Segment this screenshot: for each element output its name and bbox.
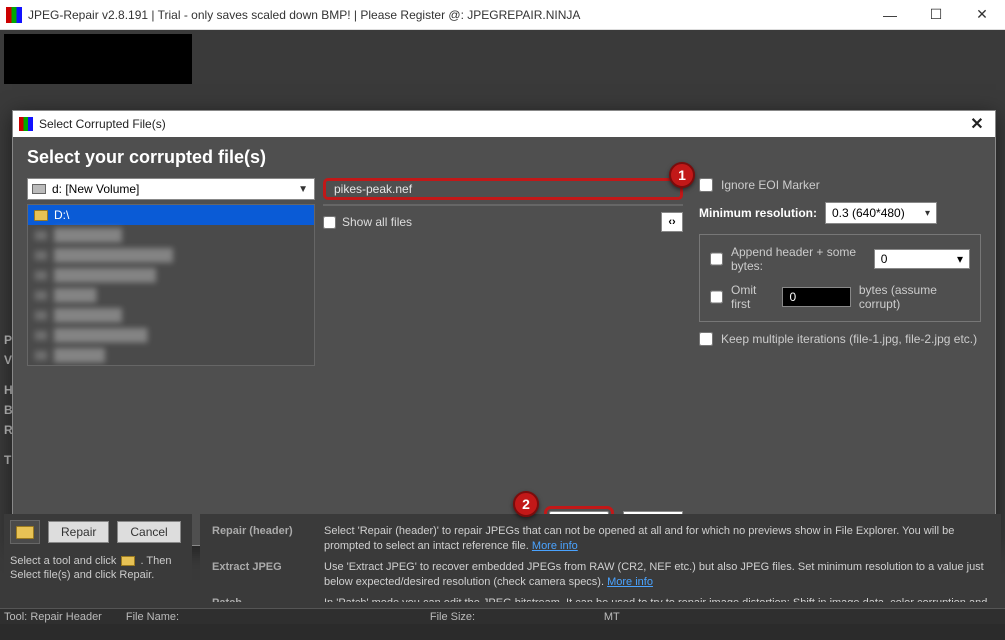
minimize-button[interactable]: — [867,0,913,30]
help-hint: Select a tool and click . Then Select fi… [10,554,186,582]
drive-select[interactable]: d: [New Volume] ▼ [27,178,315,200]
keep-iter-checkbox[interactable] [699,332,713,346]
ignore-eoi-option[interactable]: Ignore EOI Marker [699,178,981,192]
help-left: Repair Cancel Select a tool and click . … [4,514,192,602]
dialog-title: Select Corrupted File(s) [39,117,965,131]
keep-iterations-option[interactable]: Keep multiple iterations (file-1.jpg, fi… [699,332,981,346]
dialog-icon [19,117,33,131]
open-folder-button[interactable] [10,520,40,544]
callout-2: 2 [513,491,539,517]
folder-list[interactable]: D:\ ████████ ██████████████ ████████████… [27,204,315,366]
status-filesize: File Size: [430,611,580,623]
window-title: JPEG-Repair v2.8.191 | Trial - only save… [28,8,867,22]
status-bar: Tool: Repair Header File Name: File Size… [0,608,1005,624]
status-mt: MT [604,611,620,623]
show-all-label: Show all files [342,215,412,229]
drive-label: d: [New Volume] [52,182,139,196]
help-label: Repair (header) [212,524,322,558]
help-text: In 'Patch' mode you can edit the JPEG bi… [324,597,987,602]
help-right: Repair (header) Select 'Repair (header)'… [200,514,1001,602]
folder-icon [16,526,34,539]
chevron-down-icon: ▾ [925,208,930,219]
append-header-label: Append header + some bytes: [731,245,866,273]
min-res-select[interactable]: 0.3 (640*480) ▾ [825,202,937,224]
append-value-select[interactable]: 0 ▾ [874,249,970,269]
omit-first-label: Omit first [731,283,774,311]
help-row: Patch In 'Patch' mode you can edit the J… [212,596,989,602]
more-info-link[interactable]: More info [532,540,578,552]
help-row: Repair (header) Select 'Repair (header)'… [212,524,989,558]
omit-value-input[interactable]: 0 [782,287,850,307]
drive-icon [32,184,46,194]
preview-thumbnail [4,34,192,84]
show-all-files-option[interactable]: Show all files [323,215,412,229]
help-bar: Repair Cancel Select a tool and click . … [4,514,1001,602]
repair-button[interactable]: Repair [48,521,109,543]
omit-value: 0 [789,290,796,304]
cancel-repair-button[interactable]: Cancel [117,521,180,543]
folder-row-selected[interactable]: D:\ [28,205,314,225]
omit-first-checkbox[interactable] [710,290,723,304]
dialog-heading: Select your corrupted file(s) [27,147,981,168]
window-buttons: — ☐ ✕ [867,0,1005,30]
folder-row[interactable]: ████████████ [28,265,314,285]
help-row: Extract JPEG Use 'Extract JPEG' to recov… [212,560,989,594]
min-res-value: 0.3 (640*480) [832,206,905,220]
expand-button[interactable]: ‹› [661,212,683,232]
status-tool: Tool: Repair Header [4,611,102,623]
callout-1: 1 [669,162,695,188]
folder-row[interactable]: ████████ [28,225,314,245]
folder-icon [121,556,135,566]
filename-input[interactable]: pikes-peak.nef [323,178,683,200]
chevron-down-icon: ▾ [957,252,963,266]
more-info-link[interactable]: More info [607,576,653,588]
dialog-titlebar: Select Corrupted File(s) ✕ [13,111,995,137]
folder-row[interactable]: ██████████████ [28,245,314,265]
chevron-down-icon: ▼ [298,184,308,195]
folder-icon [34,210,48,221]
advanced-panel: Append header + some bytes: 0 ▾ Omit fir… [699,234,981,322]
select-files-dialog: Select Corrupted File(s) ✕ Select your c… [12,110,996,546]
append-value: 0 [881,252,888,266]
show-all-checkbox[interactable] [323,216,336,229]
main-area: PVHBRT Select Corrupted File(s) ✕ Select… [0,30,1005,624]
help-text: Select 'Repair (header)' to repair JPEGs… [324,525,954,552]
titlebar: JPEG-Repair v2.8.191 | Trial - only save… [0,0,1005,30]
append-header-option[interactable]: Append header + some bytes: 0 ▾ [710,245,970,273]
folder-row[interactable]: ██████ [28,345,314,365]
close-button[interactable]: ✕ [959,0,1005,30]
filename-value: pikes-peak.nef [334,182,412,196]
omit-suffix: bytes (assume corrupt) [859,283,970,311]
append-header-checkbox[interactable] [710,252,723,266]
expand-icon: ‹› [668,216,675,228]
app-icon [6,7,22,23]
keep-iter-label: Keep multiple iterations (file-1.jpg, fi… [721,332,977,346]
help-text: Use 'Extract JPEG' to recover embedded J… [324,561,984,588]
folder-row[interactable]: ███████████ [28,325,314,345]
ignore-eoi-checkbox[interactable] [699,178,713,192]
dialog-close-button[interactable]: ✕ [965,114,989,134]
maximize-button[interactable]: ☐ [913,0,959,30]
help-label: Extract JPEG [212,560,322,594]
file-list[interactable] [323,204,683,206]
folder-row[interactable]: █████ [28,285,314,305]
ignore-eoi-label: Ignore EOI Marker [721,178,820,192]
folder-label: D:\ [54,208,69,222]
folder-row[interactable]: ████████ [28,305,314,325]
help-label: Patch [212,596,322,602]
omit-first-option[interactable]: Omit first 0 bytes (assume corrupt) [710,283,970,311]
min-res-label: Minimum resolution: [699,206,817,220]
status-filename: File Name: [126,611,406,623]
